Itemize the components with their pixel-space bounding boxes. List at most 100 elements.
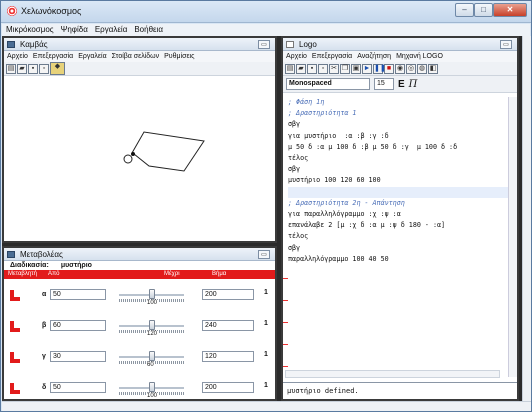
canvas-menu-settings[interactable]: Ρυθμίσεις	[164, 51, 194, 62]
logo-title: Logo	[299, 40, 317, 49]
variator-frame-icon	[7, 251, 15, 258]
main-menubar: Μικρόκοσμος Ψηφίδα Εργαλεία Βοήθεια	[2, 24, 530, 36]
variable-step-input[interactable]: 1	[264, 382, 268, 389]
code-line: σβγ	[288, 165, 301, 174]
variable-step-input[interactable]: 1	[264, 351, 268, 358]
maximize-button[interactable]: □	[474, 3, 493, 17]
logo-menu-search[interactable]: Αναζήτηση	[357, 51, 391, 62]
code-line: παραλληλόγραμμο 100 40 50	[288, 254, 389, 263]
logo-menu-engine[interactable]: Μηχανή LOGO	[396, 51, 443, 62]
canvas-menu-tools[interactable]: Εργαλεία	[78, 51, 106, 62]
new-file-icon[interactable]: ▤	[285, 63, 295, 74]
variable-row: δ 50 100 200 1	[4, 378, 268, 400]
menu-microworld[interactable]: Μικρόκοσμος	[6, 24, 54, 36]
code-editor[interactable]: ; Φάση 1η ; Δραστηριότητα 1 σβγ για μυστήρι…	[285, 97, 510, 384]
run-icon[interactable]: ►	[362, 63, 372, 74]
variable-slider-thumb[interactable]	[149, 382, 155, 392]
turtle-canvas[interactable]	[4, 78, 266, 241]
code-line: σβγ	[288, 120, 301, 129]
minimize-button[interactable]: –	[455, 3, 474, 17]
bold-icon[interactable]: E	[398, 79, 405, 90]
logo-menu-file[interactable]: Αρχείο	[286, 51, 307, 62]
goto-icon[interactable]: ◧	[428, 63, 438, 74]
open-icon[interactable]: ▰	[17, 63, 27, 74]
desktop-area: Καμβάς ▭ Αρχείο Επεξεργασία Εργαλεία Στο…	[2, 36, 522, 401]
canvas-menu-pages[interactable]: Στοίβα σελίδων	[112, 51, 159, 62]
canvas-frame-title: Καμβάς	[20, 40, 48, 49]
variable-step-input[interactable]: 1	[264, 289, 268, 296]
code-horizontal-scrollbar[interactable]	[285, 370, 500, 378]
title-bar[interactable]: Χελωνόκοσμος – □ ✕	[1, 1, 531, 23]
variable-slider-thumb[interactable]	[149, 289, 155, 299]
variable-step-input[interactable]: 1	[264, 320, 268, 327]
procedure-header: Διαδικασία: μυστήριο	[4, 261, 275, 270]
pause-icon[interactable]: ❚❚	[373, 63, 386, 74]
col-to: Μέχρι	[164, 271, 180, 277]
code-line: σβγ	[288, 243, 301, 252]
print-file-icon[interactable]: ▫	[318, 63, 328, 74]
logo-minimize-button[interactable]: ▭	[500, 40, 512, 49]
variable-max-input[interactable]: 240	[202, 320, 254, 331]
canvas-frame-titlebar[interactable]: Καμβάς ▭	[4, 38, 275, 51]
new-page-icon[interactable]: ▤	[6, 63, 16, 74]
variator-titlebar[interactable]: Μεταβολέας ▭	[4, 248, 275, 261]
menu-tools[interactable]: Εργαλεία	[95, 24, 127, 36]
open-file-icon[interactable]: ▰	[296, 63, 306, 74]
col-step: Βήμα	[212, 271, 227, 277]
turtle-circle	[123, 154, 133, 164]
canvas-frame-icon	[7, 41, 15, 48]
paste-icon[interactable]: ▣	[351, 63, 361, 74]
menu-tile[interactable]: Ψηφίδα	[61, 24, 88, 36]
canvas-menu-edit[interactable]: Επεξεργασία	[33, 51, 73, 62]
variable-max-input[interactable]: 200	[202, 382, 254, 393]
code-line: για μυστήριο :α :β :γ :δ	[288, 131, 389, 140]
variable-value-input[interactable]: 30	[50, 351, 106, 362]
code-line: τέλος	[288, 232, 309, 241]
code-comment-line: ; Δραστηριότητα 2η - Απάντηση	[288, 198, 405, 207]
variable-value-input[interactable]: 60	[50, 320, 106, 331]
copy-icon[interactable]: ❐	[340, 63, 350, 74]
find-next-icon[interactable]: ◎	[406, 63, 416, 74]
variable-max-input[interactable]: 200	[202, 289, 254, 300]
procedure-name: μυστήριο	[60, 262, 92, 269]
turtle-drawing	[123, 131, 205, 172]
code-line: μυστήριο 100 120 60 100	[288, 176, 381, 185]
variable-value-input[interactable]: 50	[50, 289, 106, 300]
l-marker-icon	[10, 290, 20, 301]
code-vertical-scrollbar[interactable]	[508, 97, 517, 377]
logo-frame: Logo ▭ Αρχείο Επεξεργασία Αναζήτηση Μηχα…	[281, 36, 519, 401]
logo-titlebar[interactable]: Logo ▭	[283, 38, 517, 51]
replace-icon[interactable]: ◍	[417, 63, 427, 74]
save-icon[interactable]: ▪	[28, 63, 38, 74]
main-vertical-scrollbar[interactable]	[522, 36, 531, 401]
italic-icon[interactable]: Π	[409, 79, 418, 90]
print-icon[interactable]: ▫	[39, 63, 49, 74]
variable-max-input[interactable]: 120	[202, 351, 254, 362]
font-family-select[interactable]: Monospaced	[286, 78, 370, 90]
variable-slider-thumb[interactable]	[149, 320, 155, 330]
menu-help[interactable]: Βοήθεια	[134, 24, 163, 36]
main-horizontal-scrollbar[interactable]	[2, 401, 531, 411]
variator-minimize-button[interactable]: ▭	[258, 250, 270, 259]
main-window: Χελωνόκοσμος – □ ✕ Μικρόκοσμος Ψηφίδα Ερ…	[0, 0, 532, 412]
code-comment-line: ; Δραστηριότητα 1	[288, 109, 357, 118]
font-size-select[interactable]: 15	[374, 78, 394, 90]
turtle-tool-icon[interactable]: ◆	[50, 62, 65, 75]
stop-icon[interactable]: ■	[384, 63, 394, 74]
variable-value-input[interactable]: 50	[50, 382, 106, 393]
canvas-menu-file[interactable]: Αρχείο	[7, 51, 28, 62]
find-icon[interactable]: ◉	[395, 63, 405, 74]
canvas-menu: Αρχείο Επεξεργασία Εργαλεία Στοίβα σελίδ…	[4, 51, 275, 62]
variable-slider-thumb[interactable]	[149, 351, 155, 361]
logo-menu-edit[interactable]: Επεξεργασία	[312, 51, 352, 62]
canvas-minimize-button[interactable]: ▭	[258, 40, 270, 49]
slider-value-label: 120	[146, 331, 159, 337]
close-button[interactable]: ✕	[493, 3, 527, 17]
variable-name: γ	[42, 353, 46, 360]
code-comment-line: ; Φάση 1η	[288, 98, 325, 106]
save-file-icon[interactable]: ▪	[307, 63, 317, 74]
cut-icon[interactable]: ✂	[329, 63, 339, 74]
logo-frame-icon	[286, 41, 294, 48]
window-title: Χελωνόκοσμος	[21, 6, 82, 16]
code-line: τέλος	[288, 154, 309, 163]
